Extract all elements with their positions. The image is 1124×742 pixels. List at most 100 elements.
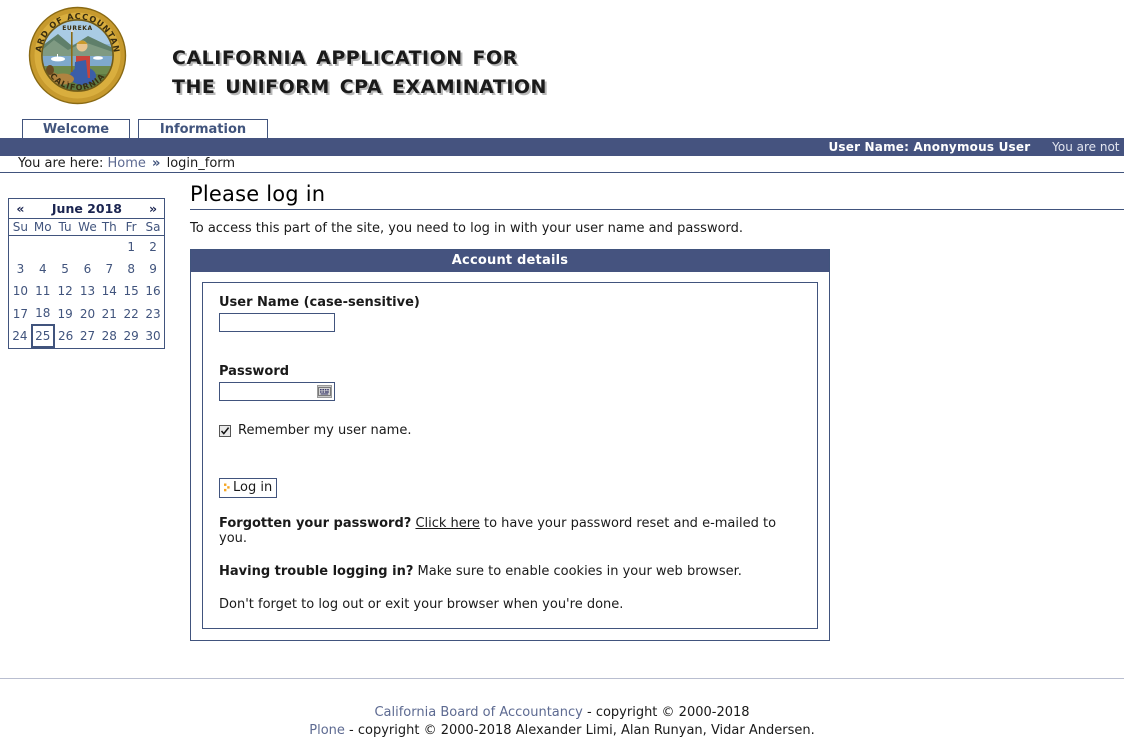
password-field-wrapper	[219, 382, 335, 401]
remember-username-row: Remember my user name.	[219, 423, 801, 438]
log-in-button[interactable]: Log in	[219, 478, 278, 498]
calendar-day: 29	[123, 329, 139, 343]
calendar-month-year: June 2018	[31, 199, 143, 219]
breadcrumb-current: login_form	[166, 156, 236, 171]
calendar-day	[77, 236, 99, 259]
calendar-portlet: « June 2018 » Su Mo Tu We Th Fr Sa 1 2 3…	[8, 198, 165, 349]
account-details-legend: Account details	[191, 250, 829, 272]
calendar-day: 13	[79, 284, 96, 298]
calendar-day: 23	[145, 306, 161, 321]
remember-username-label: Remember my user name.	[238, 423, 412, 438]
footer-line-1: California Board of Accountancy - copyri…	[0, 704, 1124, 722]
footer-link-cba[interactable]: California Board of Accountancy	[374, 705, 582, 720]
calendar-day: 24	[12, 329, 28, 343]
trouble-logging-in-heading: Having trouble logging in?	[219, 564, 414, 579]
calendar-day: 17	[12, 306, 29, 321]
calendar-day: 30	[145, 329, 161, 343]
site-title: California Application for the Uniform C…	[172, 12, 547, 128]
calendar-day: 20	[79, 306, 96, 321]
user-name-label: User Name: Anonymous User	[828, 140, 1031, 154]
calendar-day: 18	[35, 306, 51, 320]
calendar-day: 19	[57, 306, 73, 321]
calendar-day: 22	[123, 306, 139, 321]
calendar-next-month-button[interactable]: »	[142, 199, 164, 219]
calendar-day: 28	[101, 329, 117, 343]
tab-information[interactable]: Information	[138, 119, 268, 139]
calendar-dayname: Sa	[142, 218, 164, 236]
page-title: Please log in	[190, 182, 326, 206]
calendar-week-row: 17 18 19 20 21 22 23	[9, 302, 164, 325]
reset-password-link[interactable]: Click here	[415, 516, 479, 531]
calendar-day: 12	[57, 284, 73, 298]
forgot-password-line: Forgotten your password? Click here to h…	[219, 516, 801, 546]
calendar-dayname: We	[76, 218, 99, 236]
calendar-day: 26	[57, 329, 74, 343]
calendar-day: 2	[149, 240, 157, 254]
calendar-dayname: Th	[98, 218, 121, 236]
footer-copyright-1: - copyright © 2000-2018	[582, 705, 750, 720]
breadcrumb: You are here: Home » login_form	[0, 156, 1124, 173]
calendar-day: 16	[145, 284, 161, 298]
tab-welcome[interactable]: Welcome	[22, 119, 130, 139]
login-form: Account details User Name (case-sensitiv…	[190, 249, 830, 641]
site-title-line-2: the Uniform CPA Examination	[172, 69, 547, 100]
calendar-day: 5	[61, 262, 69, 276]
calendar-day	[54, 236, 77, 259]
calendar-day-today[interactable]: 25	[30, 324, 55, 348]
calendar-day: 3	[16, 262, 25, 276]
calendar-daynames-row: Su Mo Tu We Th Fr Sa	[9, 218, 164, 236]
calendar-day: 14	[101, 284, 117, 298]
calendar-dayname: Mo	[31, 218, 54, 236]
svg-text:EUREKA: EUREKA	[62, 25, 93, 32]
footer-divider	[0, 678, 1124, 679]
main-content: Please log in To access this part of the…	[190, 182, 1124, 641]
calendar-dayname: Tu	[53, 218, 77, 236]
calendar-day: 15	[123, 284, 139, 298]
calendar-day	[32, 236, 54, 259]
forgot-password-heading: Forgotten your password?	[219, 516, 412, 531]
username-input[interactable]	[219, 313, 335, 332]
calendar-day	[9, 236, 32, 259]
page-footer: California Board of Accountancy - copyri…	[0, 704, 1124, 740]
trouble-logging-in-rest: Make sure to enable cookies in your web …	[413, 564, 742, 579]
calendar-day: 7	[105, 262, 114, 276]
calendar-week-row: 3 4 5 6 7 8 9	[9, 258, 164, 280]
calendar-week-row: 1 2	[9, 236, 164, 259]
login-status-label: You are not logged in	[1052, 140, 1124, 154]
password-label: Password	[219, 364, 290, 379]
user-status-bar: User Name: Anonymous User You are not lo…	[0, 138, 1124, 156]
calendar-day: 27	[79, 329, 96, 343]
calendar-day: 4	[38, 262, 47, 276]
calendar-header-row: « June 2018 »	[9, 199, 164, 219]
trouble-logging-in-line: Having trouble logging in? Make sure to …	[219, 564, 801, 579]
footer-line-2: Plone - copyright © 2000-2018 Alexander …	[0, 722, 1124, 740]
calendar-day: 6	[83, 262, 92, 276]
calendar-week-row: 10 11 12 13 14 15 16	[9, 280, 164, 302]
breadcrumb-separator: »	[152, 156, 161, 171]
breadcrumb-prefix: You are here:	[18, 156, 104, 171]
california-board-of-accountancy-seal-icon: EUREKA BOARD OF ACCOUNTANCY CALIFORNIA	[28, 6, 127, 105]
footer-copyright-2: - copyright © 2000-2018 Alexander Limi, …	[344, 723, 815, 738]
calendar-day: 9	[149, 262, 157, 276]
calendar-day: 11	[35, 284, 51, 298]
breadcrumb-link-home[interactable]: Home	[108, 156, 146, 171]
calendar-day: 8	[127, 262, 135, 276]
calendar-day: 1	[127, 240, 135, 254]
username-label: User Name (case-sensitive)	[219, 295, 420, 310]
footer-link-plone[interactable]: Plone	[309, 723, 345, 738]
keyboard-icon[interactable]	[317, 385, 332, 398]
calendar-day: 21	[101, 306, 117, 321]
login-intro-text: To access this part of the site, you nee…	[190, 221, 744, 236]
title-divider	[190, 209, 1124, 210]
calendar-day: 10	[12, 284, 29, 298]
site-title-line-1: California Application for	[172, 40, 518, 71]
calendar-week-row: 24 25 26 27 28 29 30	[9, 324, 164, 348]
page-header: EUREKA BOARD OF ACCOUNTANCY CALIFORNIA C…	[0, 0, 1124, 115]
log-in-button-label: Log in	[233, 480, 273, 495]
calendar-prev-month-button[interactable]: «	[9, 199, 32, 219]
login-fieldset: User Name (case-sensitive) Password Reme…	[202, 282, 818, 629]
remember-username-checkbox[interactable]	[219, 424, 231, 437]
calendar-day	[98, 236, 120, 259]
bullet-marker-icon	[223, 482, 231, 493]
calendar-dayname: Su	[9, 218, 32, 236]
